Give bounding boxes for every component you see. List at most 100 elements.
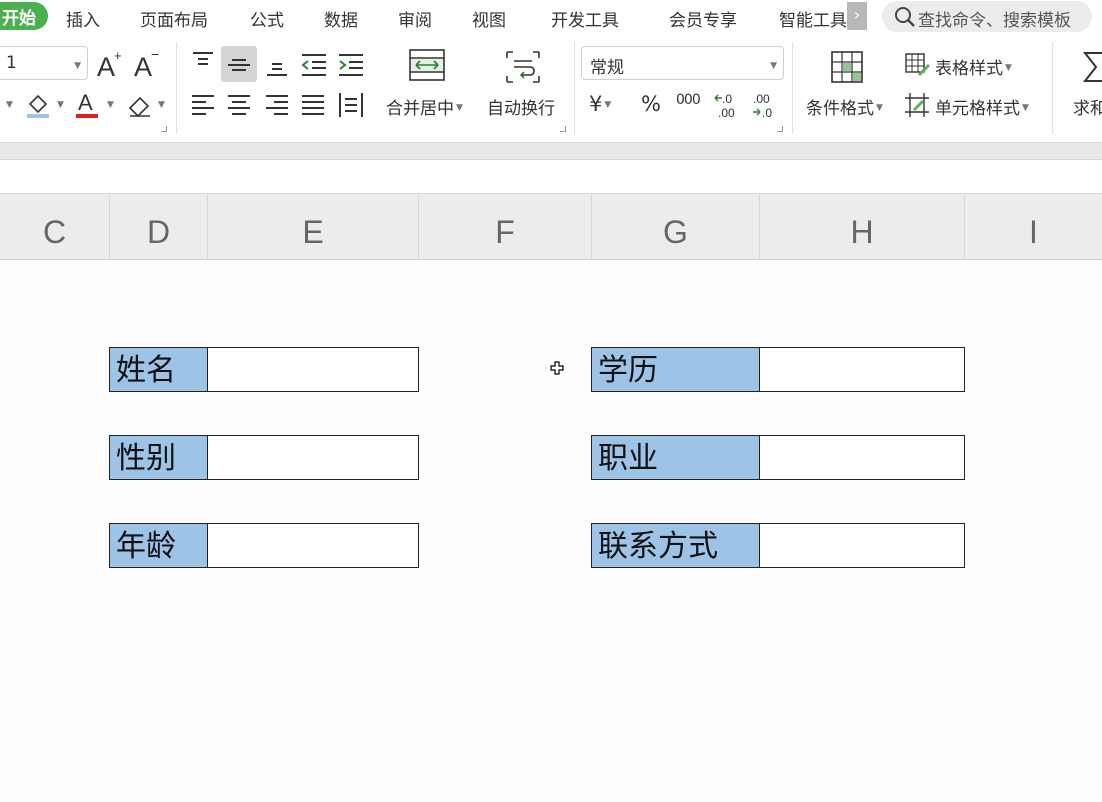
field-label: 职业 [592,436,760,479]
increase-font-size-button[interactable]: A + [97,48,125,84]
form-field-education[interactable]: 学历 [591,347,965,392]
decrease-font-icon: A − [134,46,159,82]
ribbon-separator [176,42,177,134]
chevron-down-icon: ▼ [876,103,883,113]
column-header-i[interactable]: I [965,194,1102,260]
tab-data[interactable]: 数据 [324,6,358,31]
top-align-button[interactable] [190,50,216,80]
sum-button[interactable] [1082,50,1102,88]
decrease-indent-button[interactable] [300,52,328,82]
conditional-format-button[interactable] [830,50,864,88]
cell-style-icon [905,93,929,117]
form-field-occupation[interactable]: 职业 [591,435,965,480]
chevron-right-icon[interactable]: › [847,2,867,30]
chevron-down-icon[interactable]: ▼ [158,100,165,110]
decrease-decimal-icon: .00 .0 [753,92,772,120]
bottom-align-button[interactable] [264,52,290,82]
tab-review[interactable]: 审阅 [398,6,432,31]
indent-icon [339,54,363,76]
tab-home[interactable]: 开始 [0,2,48,30]
svg-text:A: A [134,52,152,80]
eraser-icon [128,96,150,118]
formula-bar[interactable] [0,160,1102,194]
svg-text:.00: .00 [753,92,770,106]
cell-style-label[interactable]: 单元格样式 ▼ [935,94,1029,119]
increase-font-icon: A + [97,48,122,82]
form-field-contact[interactable]: 联系方式 [591,523,965,568]
merge-center-label[interactable]: 合并居中 ▼ [386,94,463,119]
fill-bucket-icon [27,94,49,118]
wrap-text-button[interactable] [504,50,542,88]
increase-decimal-icon: .0 .00 [714,92,735,120]
chevron-down-icon: ▼ [1022,103,1029,113]
sigma-icon [1082,52,1102,82]
merge-center-button[interactable] [408,48,446,86]
search-icon [895,7,915,27]
table-style-label[interactable]: 表格样式 ▼ [935,54,1012,79]
tab-page-layout[interactable]: 页面布局 [140,6,208,31]
number-format-value: 常规 [590,58,624,78]
chevron-down-icon[interactable]: ▼ [57,100,64,110]
search-placeholder: 查找命令、搜索模板 [918,11,1071,31]
decrease-font-size-button[interactable]: A − [134,46,162,84]
align-right-button[interactable] [264,92,290,122]
font-color-button[interactable]: A [74,90,102,124]
align-left-button[interactable] [190,92,216,122]
svg-text:.0: .0 [722,92,732,106]
column-header-g[interactable]: G [592,194,760,260]
align-right-icon [266,95,288,115]
decrease-decimal-button[interactable]: .00 .0 [750,90,778,124]
currency-button[interactable]: ¥ ▼ [589,92,611,116]
cell-style-icon-button[interactable] [904,92,930,122]
chevron-down-icon[interactable]: ▼ [107,100,114,110]
column-header-h[interactable]: H [760,194,965,260]
number-dialog-launcher[interactable] [777,126,783,132]
form-field-name[interactable]: 姓名 [109,347,419,392]
tab-smart-tools[interactable]: 智能工具 [779,6,847,31]
tab-developer[interactable]: 开发工具 [551,6,619,31]
percent-button[interactable]: % [641,92,661,116]
align-center-icon [228,95,250,115]
column-header-e[interactable]: E [208,194,419,260]
increase-indent-button[interactable] [337,52,365,82]
wrap-text-label[interactable]: 自动换行 [487,94,555,119]
column-header-c[interactable]: C [0,194,110,260]
tab-insert[interactable]: 插入 [66,6,100,31]
command-search[interactable]: 查找命令、搜索模板 [882,1,1092,32]
justify-button[interactable] [300,92,326,122]
font-size-value: 1 [6,53,17,73]
middle-align-button[interactable] [226,52,252,82]
fill-color-bar [27,114,49,118]
align-top-icon [193,52,213,65]
alignment-dialog-launcher[interactable] [560,126,566,132]
svg-text:A: A [78,90,93,115]
conditional-format-label[interactable]: 条件格式 ▼ [806,94,883,119]
chevron-down-icon: ▼ [604,100,612,110]
increase-decimal-button[interactable]: .0 .00 [713,90,741,124]
thousands-separator-button[interactable]: 000 [676,92,701,108]
ribbon-separator [574,42,575,134]
form-field-age[interactable]: 年龄 [109,523,419,568]
form-field-gender[interactable]: 性别 [109,435,419,480]
tab-view[interactable]: 视图 [472,6,506,31]
clear-format-button[interactable] [126,92,154,122]
column-header-f[interactable]: F [419,194,592,260]
tab-member[interactable]: 会员专享 [669,6,737,31]
align-center-button[interactable] [226,92,252,122]
fill-color-button[interactable] [24,90,52,124]
number-format-select[interactable]: 常规 ▼ [581,46,784,80]
wrap-text-icon [506,51,540,83]
column-header-d[interactable]: D [110,194,208,260]
tab-formulas[interactable]: 公式 [250,6,284,31]
sum-label[interactable]: 求和 [1073,94,1102,119]
table-style-icon [905,53,930,76]
chevron-down-icon[interactable]: ▼ [6,100,13,110]
table-style-icon-button[interactable] [904,52,930,82]
distribute-icon [339,93,363,117]
worksheet-grid[interactable]: 姓名 性别 年龄 学历 职业 联系方式 [0,260,1102,802]
distributed-align-button[interactable] [337,91,365,123]
svg-text:A: A [97,52,115,80]
merge-cells-icon [409,49,445,81]
font-size-select[interactable]: 1 ▼ [0,46,88,80]
font-dialog-launcher[interactable] [161,126,167,132]
